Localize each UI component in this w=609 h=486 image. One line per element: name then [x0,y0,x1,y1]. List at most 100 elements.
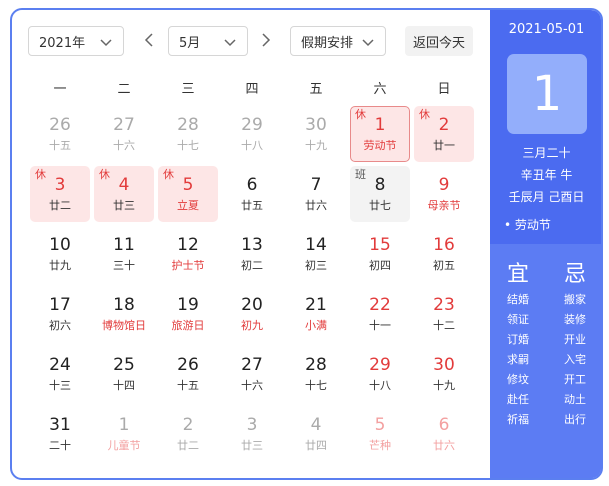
chevron-right-icon [262,33,271,47]
day-number: 7 [310,175,322,195]
day-number: 12 [177,235,199,255]
day-cell[interactable]: 24 十三 [30,346,90,402]
day-number: 9 [438,175,450,195]
year-select-label: 2021年 [39,35,86,51]
day-cell[interactable]: 17 初六 [30,286,90,342]
lunar-label: 十九 [305,139,327,152]
festival-label: • 劳动节 [504,218,551,232]
month-grid: 26 十五 27 十六 28 十七 29 十八 30 十九休 1 劳动节休 2 廿一休 3 廿二休 4 廿三休 5 立… [28,106,476,468]
lunar-label: 十六 [113,139,135,152]
ji-item: 出行 [564,413,586,426]
day-cell[interactable]: 26 十五 [158,346,218,402]
day-number: 15 [369,235,391,255]
day-cell[interactable]: 5 芒种 [350,406,410,462]
day-cell[interactable]: 休 5 立夏 [158,166,218,222]
day-number: 26 [177,355,199,375]
weekday-label: 四 [245,82,259,97]
yi-item: 祈福 [507,413,529,426]
day-number: 26 [49,115,71,135]
day-cell[interactable]: 27 十六 [94,106,154,162]
day-number: 6 [246,175,258,195]
day-cell[interactable]: 16 初五 [414,226,474,282]
day-cell[interactable]: 26 十五 [30,106,90,162]
calendar-widget: 2021年 5月 假期安排 返回今天 一二三四五六日 26 十五 27 十六 28 十七 2… [10,8,603,480]
day-number: 22 [369,295,391,315]
day-cell[interactable]: 休 4 廿三 [94,166,154,222]
day-cell[interactable]: 29 十八 [222,106,282,162]
day-cell[interactable]: 休 3 廿二 [30,166,90,222]
day-number: 28 [177,115,199,135]
day-number: 4 [118,175,130,195]
day-number: 2 [182,415,194,435]
day-cell[interactable]: 3 廿三 [222,406,282,462]
day-cell[interactable]: 12 护士节 [158,226,218,282]
lunar-label: 十二 [433,319,455,332]
day-cell[interactable]: 28 十七 [158,106,218,162]
day-cell[interactable]: 15 初四 [350,226,410,282]
day-cell[interactable]: 25 十四 [94,346,154,402]
day-cell[interactable]: 1 儿童节 [94,406,154,462]
lunar-label: 十八 [369,379,391,392]
chevron-left-icon [144,33,153,47]
day-cell[interactable]: 4 廿四 [286,406,346,462]
lunar-label: 廿一 [433,139,455,152]
day-cell[interactable]: 28 十七 [286,346,346,402]
day-cell[interactable]: 19 旅游日 [158,286,218,342]
month-select[interactable]: 5月 [168,26,248,56]
day-cell[interactable]: 班 8 廿七 [350,166,410,222]
day-number: 27 [241,355,263,375]
day-cell[interactable]: 6 廿五 [222,166,282,222]
lunar-label: 三十 [113,259,135,272]
day-cell[interactable]: 6 廿六 [414,406,474,462]
lunar-label: 十五 [49,139,71,152]
day-cell[interactable]: 13 初二 [222,226,282,282]
lunar-label: 初二 [241,259,263,272]
day-cell[interactable]: 10 廿九 [30,226,90,282]
lunar-label: 十五 [177,379,199,392]
day-number: 11 [113,235,135,255]
day-cell[interactable]: 21 小满 [286,286,346,342]
day-number: 29 [241,115,263,135]
day-cell[interactable]: 9 母亲节 [414,166,474,222]
day-number: 21 [305,295,327,315]
day-cell[interactable]: 休 1 劳动节 [350,106,410,162]
lunar-label: 十六 [241,379,263,392]
year-select[interactable]: 2021年 [28,26,124,56]
holiday-select[interactable]: 假期安排 [290,26,386,56]
weekday-label: 三 [181,82,195,97]
lunar-label: 廿五 [241,199,263,212]
prev-month-button[interactable] [140,30,158,50]
ji-list: 搬家 装修 开业 入宅 开工 动土 出行 [555,290,595,430]
day-cell[interactable]: 31 二十 [30,406,90,462]
day-cell[interactable]: 14 初三 [286,226,346,282]
yi-item: 订婚 [507,333,529,346]
day-number: 8 [374,175,386,195]
day-cell[interactable]: 30 十九 [414,346,474,402]
weekday-label: 六 [373,82,387,97]
day-cell[interactable]: 30 十九 [286,106,346,162]
ji-item: 开业 [564,333,586,346]
day-cell[interactable]: 11 三十 [94,226,154,282]
day-cell[interactable]: 2 廿二 [158,406,218,462]
almanac-section: 宜 忌 结婚 领证 订婚 求嗣 修坟 赴任 祈福 搬家 装修 开业 入宅 开工 动土 出行 [490,244,601,478]
day-cell[interactable]: 18 博物馆日 [94,286,154,342]
lunar-label: 二十 [49,439,71,452]
day-cell[interactable]: 休 2 廿一 [414,106,474,162]
day-number: 14 [305,235,327,255]
lunar-label: 廿二 [49,199,71,212]
lunar-label: 芒种 [369,439,391,452]
lunar-label: 护士节 [171,259,205,272]
lunar-label: 劳动节 [363,139,397,152]
ji-item: 搬家 [564,293,586,306]
day-cell[interactable]: 27 十六 [222,346,282,402]
chevron-down-icon [362,39,374,47]
day-cell[interactable]: 29 十八 [350,346,410,402]
day-cell[interactable]: 20 初九 [222,286,282,342]
day-detail-panel: 2021-05-01 1 三月二十 辛丑年 牛 壬辰月 己酉日 • 劳动节 宜 … [490,10,601,478]
day-cell[interactable]: 23 十二 [414,286,474,342]
day-cell[interactable]: 7 廿六 [286,166,346,222]
back-to-today-button[interactable]: 返回今天 [405,26,473,56]
yi-list: 结婚 领证 订婚 求嗣 修坟 赴任 祈福 [498,290,538,430]
next-month-button[interactable] [257,30,275,50]
day-cell[interactable]: 22 十一 [350,286,410,342]
